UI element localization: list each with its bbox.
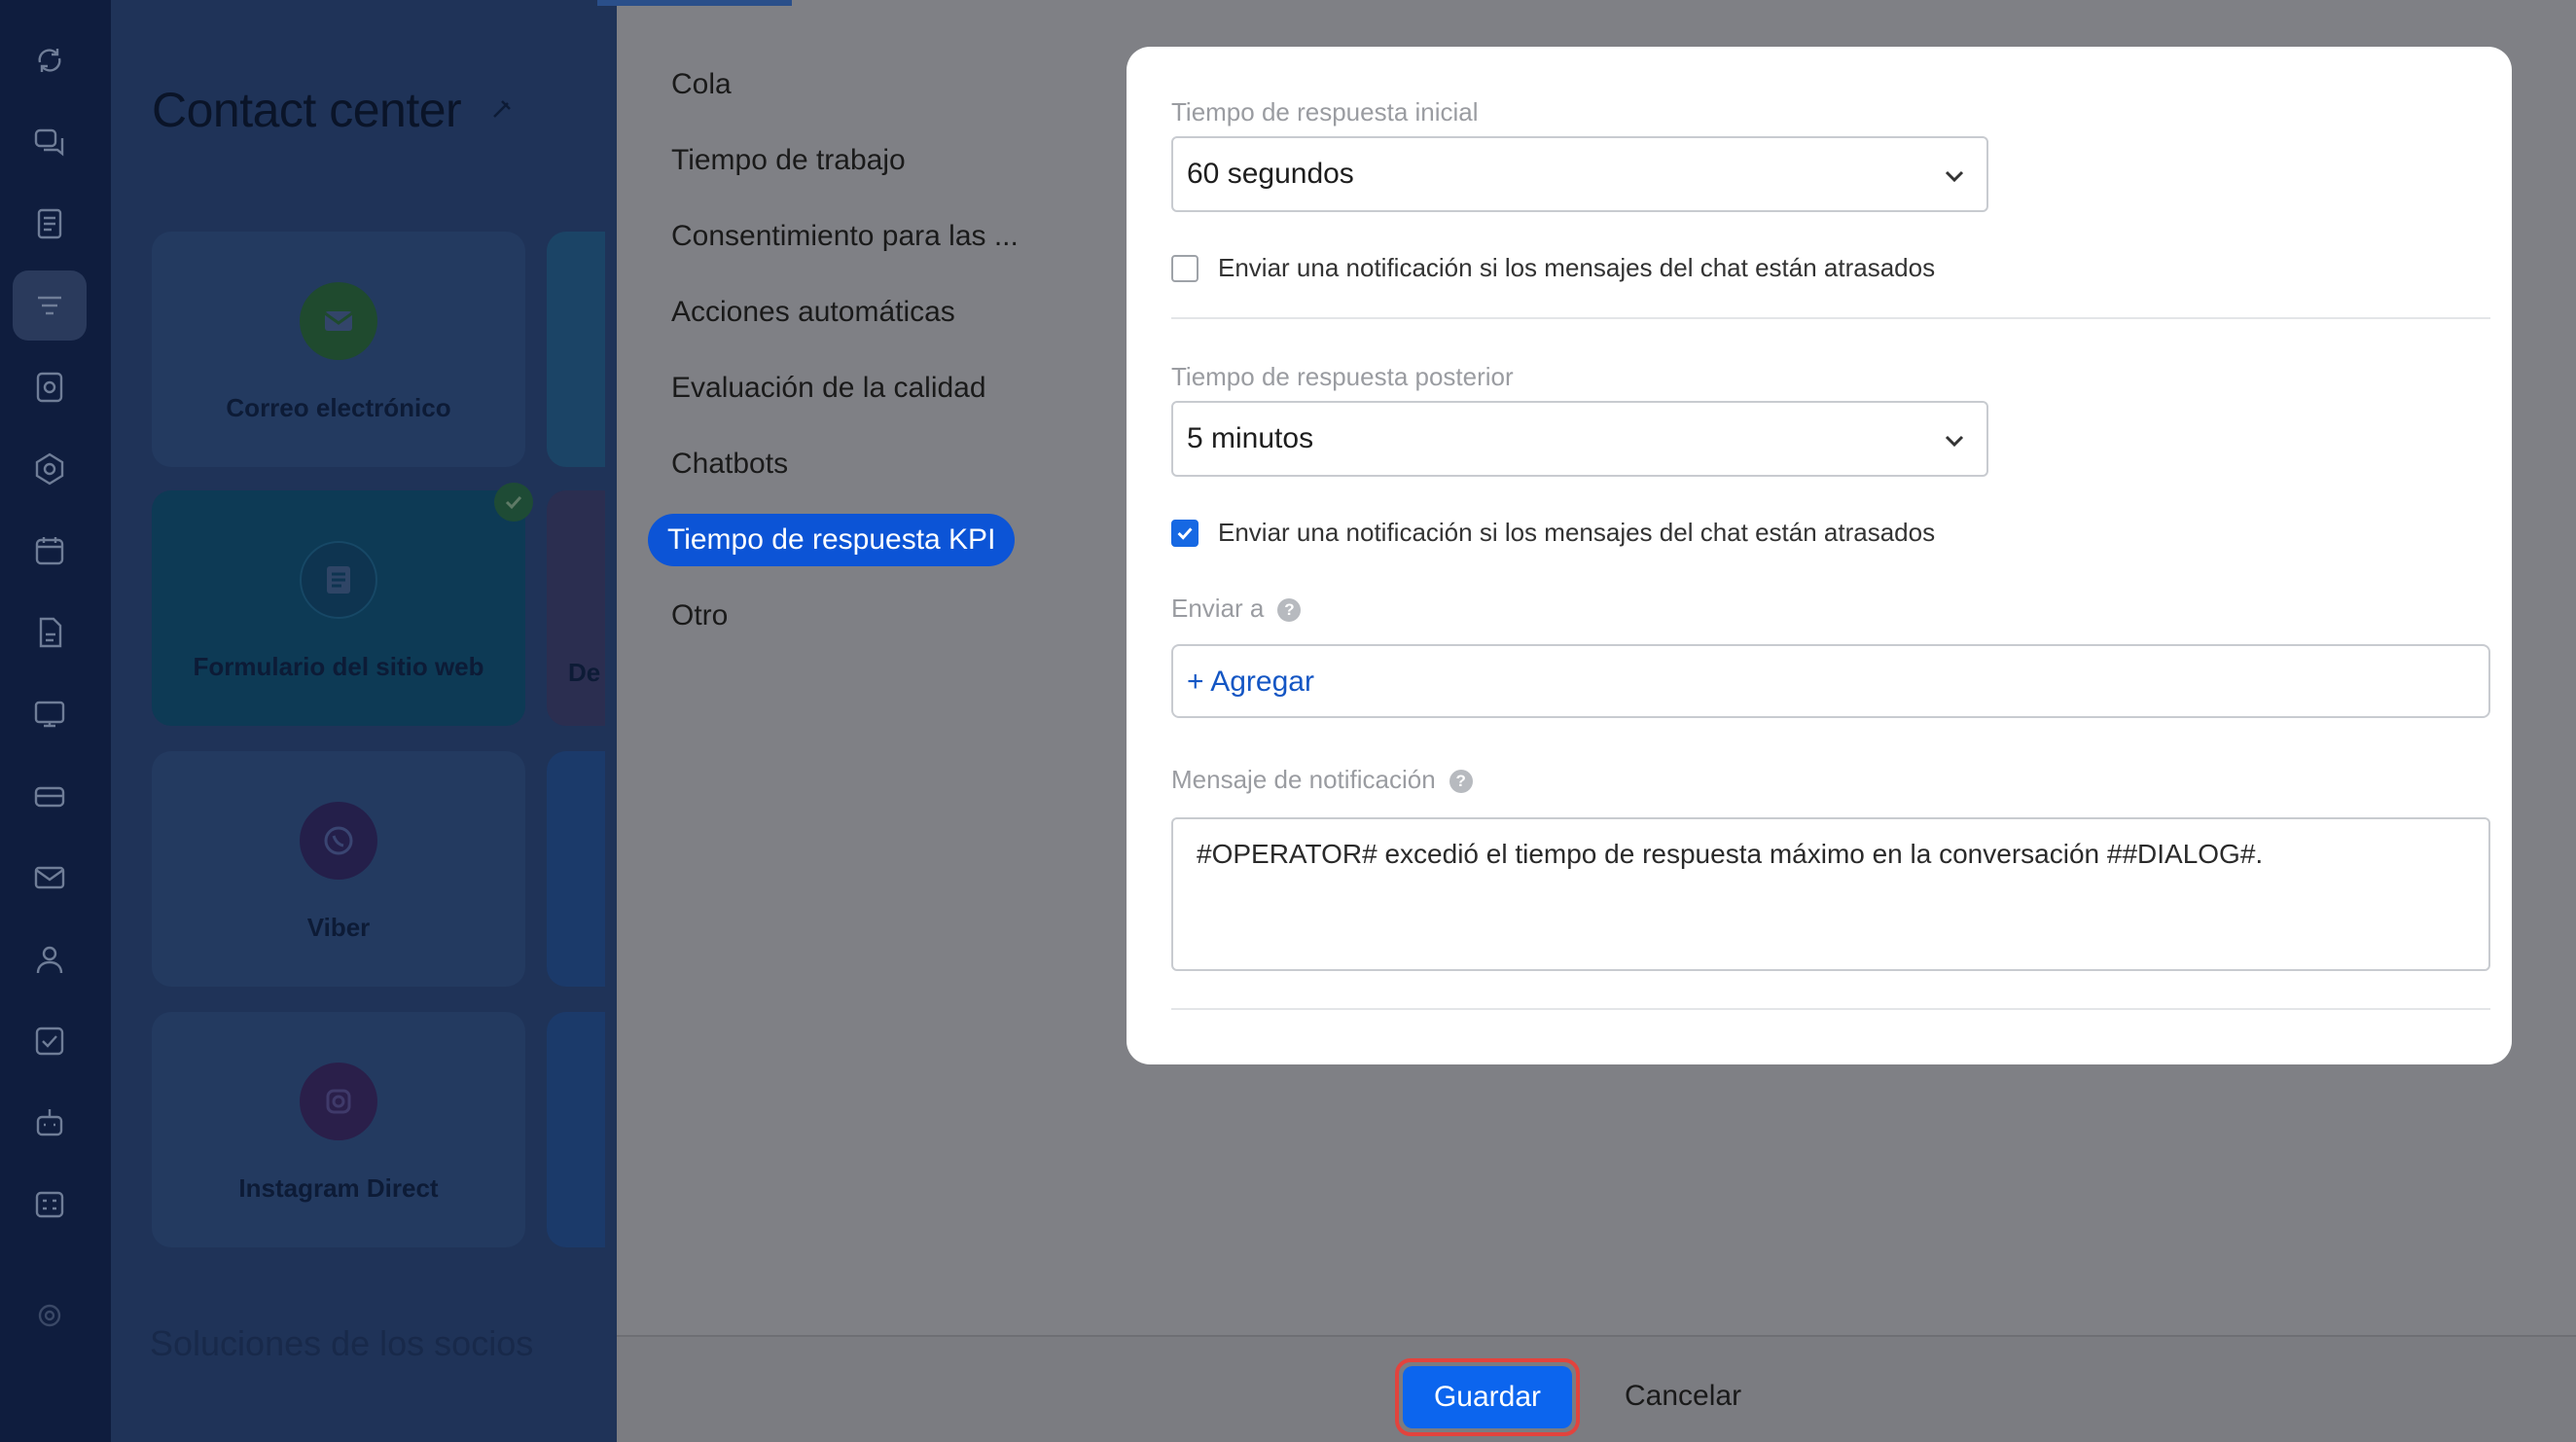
nav-item-chatbots[interactable]: Chatbots <box>671 448 788 481</box>
send-to-field[interactable]: + Agregar <box>1171 644 2490 718</box>
rail-sync-icon[interactable] <box>32 43 67 78</box>
kpi-settings-card: Tiempo de respuesta inicial 60 segundos … <box>1127 47 2512 1064</box>
tile-label: Instagram Direct <box>238 1173 439 1203</box>
nav-item-quality-rating[interactable]: Evaluación de la calidad <box>671 372 986 405</box>
panel-footer: Guardar Cancelar <box>617 1335 2576 1442</box>
viber-icon <box>300 802 377 880</box>
rail-settings-icon[interactable] <box>32 1298 67 1333</box>
rail-shop-icon[interactable] <box>32 778 67 813</box>
tile-partial: De <box>547 490 605 726</box>
tile-email[interactable]: Correo electrónico <box>152 232 525 467</box>
subsequent-response-value: 5 minutos <box>1187 422 1314 454</box>
connected-check-icon <box>494 483 533 522</box>
notification-message-text: #OPERATOR# excedió el tiempo de respuest… <box>1197 839 2264 869</box>
subsequent-response-label: Tiempo de respuesta posterior <box>1171 362 1514 391</box>
subsequent-response-select[interactable]: 5 minutos <box>1171 401 1988 477</box>
help-icon[interactable]: ? <box>1277 598 1302 622</box>
settings-panel: Cola Tiempo de trabajo Consentimiento pa… <box>597 0 2576 1442</box>
rail-tasks-icon[interactable] <box>32 1024 67 1059</box>
rail-drive-icon[interactable] <box>32 370 67 405</box>
notification-message-label-text: Mensaje de notificación <box>1171 765 1436 794</box>
subsequent-notify-checkbox[interactable] <box>1171 519 1199 547</box>
tile-label: Formulario del sitio web <box>193 652 484 681</box>
initial-notify-row[interactable]: Enviar una notificación si los mensajes … <box>1171 253 1935 283</box>
rail-feed-icon[interactable] <box>32 206 67 241</box>
rail-board-icon[interactable] <box>32 697 67 732</box>
send-to-label: Enviar a? <box>1171 594 1302 624</box>
nav-item-other[interactable]: Otro <box>671 599 728 632</box>
rail-mail-icon[interactable] <box>32 860 67 895</box>
tile-partial-label: De <box>568 658 601 687</box>
divider <box>1171 317 2490 319</box>
rail-document-icon[interactable] <box>32 615 67 650</box>
tile-label: Correo electrónico <box>226 393 451 422</box>
initial-response-select[interactable]: 60 segundos <box>1171 136 1988 212</box>
initial-notify-label: Enviar una notificación si los mensajes … <box>1218 253 1936 282</box>
initial-notify-checkbox[interactable] <box>1171 254 1199 282</box>
initial-response-value: 60 segundos <box>1187 158 1354 190</box>
tile-label: Viber <box>306 913 371 942</box>
nav-item-consent[interactable]: Consentimiento para las ... <box>671 220 1019 253</box>
tile-viber[interactable]: Viber <box>152 751 525 987</box>
add-recipient-link[interactable]: + Agregar <box>1187 666 1314 699</box>
chevron-down-icon <box>1945 170 1964 183</box>
instagram-icon <box>300 1063 377 1140</box>
tile-partial <box>547 751 605 987</box>
page-title: Contact center <box>152 83 462 137</box>
rail-users-icon[interactable] <box>32 942 67 977</box>
rail-grid-icon[interactable] <box>32 1187 67 1222</box>
subsequent-notify-label: Enviar una notificación si los mensajes … <box>1218 518 1936 547</box>
email-icon <box>300 282 377 360</box>
rail-calendar-icon[interactable] <box>32 533 67 568</box>
initial-response-label: Tiempo de respuesta inicial <box>1171 97 1479 126</box>
tile-website-form[interactable]: Formulario del sitio web <box>152 490 525 726</box>
nav-item-automatic-actions[interactable]: Acciones automáticas <box>671 296 955 329</box>
rail-hexagon-icon[interactable] <box>32 451 67 487</box>
tile-instagram[interactable]: Instagram Direct <box>152 1012 525 1247</box>
cancel-button[interactable]: Cancelar <box>1625 1380 1741 1413</box>
notification-message-label: Mensaje de notificación? <box>1171 765 1473 795</box>
pin-icon <box>493 100 511 118</box>
tile-partial <box>547 1012 605 1247</box>
rail-contact-center-icon[interactable] <box>32 288 67 323</box>
nav-item-queue[interactable]: Cola <box>671 68 732 101</box>
settings-nav: Cola Tiempo de trabajo Consentimiento pa… <box>617 0 1127 1335</box>
divider <box>1171 1008 2490 1010</box>
save-button[interactable]: Guardar <box>1403 1366 1572 1428</box>
rail-chat-icon[interactable] <box>32 125 67 160</box>
subsequent-notify-row[interactable]: Enviar una notificación si los mensajes … <box>1171 518 1935 548</box>
send-to-label-text: Enviar a <box>1171 594 1265 623</box>
checkmark-icon <box>1177 526 1193 540</box>
form-icon <box>300 541 377 619</box>
left-icon-rail <box>0 0 111 1442</box>
notification-message-textarea[interactable]: #OPERATOR# excedió el tiempo de respuest… <box>1171 817 2490 971</box>
tile-partial <box>547 232 605 467</box>
help-icon[interactable]: ? <box>1449 770 1473 793</box>
partners-heading: Soluciones de los socios <box>150 1323 534 1363</box>
nav-item-kpi-response-time[interactable]: Tiempo de respuesta KPI <box>648 514 1016 566</box>
background-page: Contact center Correo electrónico Formul… <box>111 0 617 1442</box>
rail-robot-icon[interactable] <box>32 1105 67 1140</box>
chevron-down-icon <box>1945 435 1964 448</box>
nav-item-working-hours[interactable]: Tiempo de trabajo <box>671 144 906 177</box>
